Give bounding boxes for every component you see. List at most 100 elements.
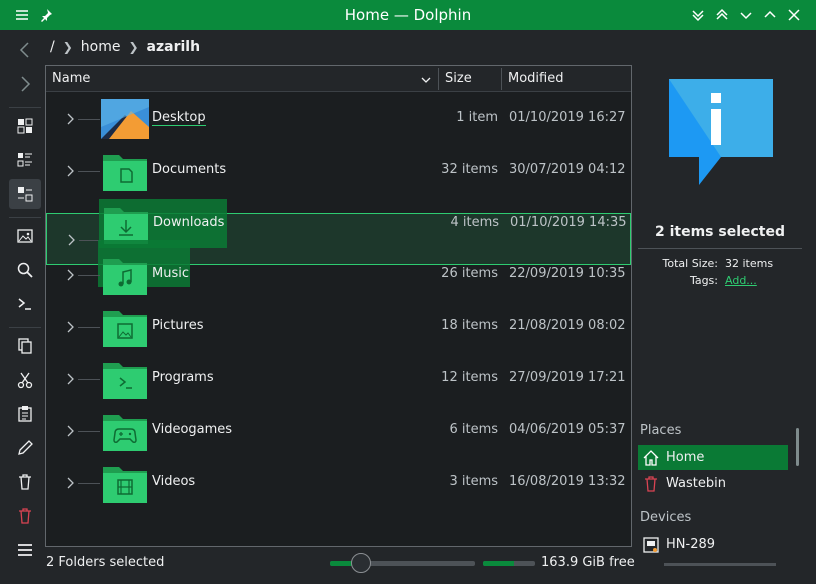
column-header-name[interactable]: Name bbox=[46, 66, 438, 92]
total-size-label: Total Size: bbox=[662, 257, 718, 270]
expand-chevron-icon[interactable] bbox=[66, 320, 76, 334]
file-row-documents[interactable]: Documents 32 items 30/07/2019 04:12 bbox=[46, 145, 631, 197]
device-hn-289[interactable]: HN-289 bbox=[638, 532, 788, 557]
desktop-icon bbox=[101, 97, 149, 141]
file-size: 18 items bbox=[441, 318, 498, 333]
preview-button[interactable] bbox=[9, 221, 41, 251]
terminal-button[interactable] bbox=[9, 289, 41, 319]
expand-chevron-icon[interactable] bbox=[66, 268, 76, 282]
details-view-button[interactable] bbox=[9, 179, 41, 209]
delete-icon bbox=[19, 508, 31, 524]
delete-button[interactable] bbox=[9, 501, 41, 531]
keep-above-icon[interactable] bbox=[714, 7, 730, 23]
file-name: Desktop bbox=[152, 110, 206, 126]
file-modified: 27/09/2019 17:21 bbox=[509, 370, 626, 385]
expand-chevron-icon[interactable] bbox=[66, 164, 76, 178]
file-row-videos[interactable]: Videos 3 items 16/08/2019 13:32 bbox=[46, 457, 631, 509]
column-headers: Name Size Modified bbox=[46, 66, 631, 92]
file-size: 6 items bbox=[449, 422, 498, 437]
expand-chevron-icon[interactable] bbox=[67, 233, 77, 247]
file-row-desktop[interactable]: Desktop 1 item 01/10/2019 16:27 bbox=[46, 93, 631, 145]
place-label: Wastebin bbox=[666, 476, 726, 491]
copy-button[interactable] bbox=[9, 331, 41, 361]
breadcrumb: / ❯ home ❯ azarilh bbox=[46, 36, 204, 58]
tree-line bbox=[78, 327, 100, 328]
selection-summary: 2 items selected bbox=[654, 224, 786, 240]
file-row-music[interactable]: Music 26 items 22/09/2019 10:35 bbox=[46, 240, 631, 301]
device-label: HN-289 bbox=[666, 537, 716, 552]
tree-line bbox=[78, 483, 100, 484]
file-row-videogames[interactable]: Videogames 6 items 04/06/2019 05:37 bbox=[46, 405, 631, 457]
icons-view-icon bbox=[17, 118, 33, 134]
column-header-modified[interactable]: Modified bbox=[502, 66, 630, 92]
file-size: 26 items bbox=[441, 266, 498, 281]
file-modified: 01/10/2019 14:35 bbox=[510, 215, 627, 230]
file-modified: 30/07/2019 04:12 bbox=[509, 162, 626, 177]
folder-programs-icon bbox=[101, 357, 149, 401]
tree-line bbox=[78, 119, 100, 120]
drive-icon bbox=[643, 536, 659, 553]
forward-button[interactable] bbox=[9, 69, 41, 99]
place-home[interactable]: Home bbox=[638, 445, 788, 470]
search-button[interactable] bbox=[9, 255, 41, 285]
minimize-icon[interactable] bbox=[738, 7, 754, 23]
file-row-programs[interactable]: Programs 12 items 27/09/2019 17:21 bbox=[46, 353, 631, 405]
paste-icon bbox=[18, 406, 32, 422]
maximize-icon[interactable] bbox=[762, 7, 778, 23]
toolbar-separator bbox=[9, 217, 41, 218]
zoom-slider-handle[interactable] bbox=[351, 553, 371, 573]
expand-chevron-icon[interactable] bbox=[66, 476, 76, 490]
terminal-icon bbox=[18, 298, 31, 310]
places-scrollbar[interactable] bbox=[796, 428, 799, 466]
folder-pictures-icon bbox=[101, 305, 149, 349]
paste-button[interactable] bbox=[9, 399, 41, 429]
back-button[interactable] bbox=[9, 35, 41, 65]
expand-chevron-icon[interactable] bbox=[66, 112, 76, 126]
place-wastebin[interactable]: Wastebin bbox=[638, 471, 788, 496]
main-toolbar bbox=[0, 30, 50, 584]
control-menu-button[interactable] bbox=[9, 535, 41, 565]
toolbar-separator bbox=[9, 327, 41, 328]
device-usage-bar bbox=[664, 563, 776, 566]
home-icon bbox=[643, 449, 659, 466]
file-name: Pictures bbox=[152, 318, 204, 333]
file-name: Music bbox=[152, 266, 189, 281]
icons-view-button[interactable] bbox=[9, 111, 41, 141]
trash-button[interactable] bbox=[9, 467, 41, 497]
breadcrumb-current[interactable]: azarilh bbox=[143, 39, 205, 55]
tree-line bbox=[78, 275, 100, 276]
info-divider bbox=[638, 248, 802, 249]
toolbar-separator bbox=[9, 107, 41, 108]
tree-line bbox=[78, 431, 100, 432]
place-label: Home bbox=[666, 450, 705, 465]
search-icon bbox=[17, 262, 33, 278]
file-list-view[interactable]: Name Size Modified Desktop 1 item 01/10/… bbox=[45, 65, 632, 547]
file-size: 4 items bbox=[450, 215, 499, 230]
cut-button[interactable] bbox=[9, 365, 41, 395]
places-header: Places bbox=[640, 423, 682, 438]
expand-chevron-icon[interactable] bbox=[66, 424, 76, 438]
breadcrumb-root[interactable]: / bbox=[46, 39, 59, 55]
tree-line bbox=[78, 171, 100, 172]
breadcrumb-chevron-icon: ❯ bbox=[62, 40, 73, 54]
rename-button[interactable] bbox=[9, 433, 41, 463]
expand-chevron-icon[interactable] bbox=[66, 372, 76, 386]
keep-below-icon[interactable] bbox=[690, 7, 706, 23]
file-name: Videogames bbox=[152, 422, 233, 437]
disk-usage-fill bbox=[483, 561, 515, 566]
file-modified: 22/09/2019 10:35 bbox=[509, 266, 626, 281]
folder-music-icon bbox=[101, 253, 149, 297]
compact-view-button[interactable] bbox=[9, 145, 41, 175]
trash-icon bbox=[19, 474, 31, 490]
disk-usage-bar bbox=[483, 561, 535, 566]
sort-chevron-down-icon[interactable] bbox=[420, 74, 432, 86]
close-icon[interactable] bbox=[786, 7, 802, 23]
file-name: Documents bbox=[152, 162, 227, 177]
breadcrumb-home[interactable]: home bbox=[77, 39, 125, 55]
column-header-size[interactable]: Size bbox=[439, 66, 501, 92]
breadcrumb-chevron-icon: ❯ bbox=[128, 40, 139, 54]
file-size: 12 items bbox=[441, 370, 498, 385]
file-name: Videos bbox=[152, 474, 196, 489]
file-row-pictures[interactable]: Pictures 18 items 21/08/2019 08:02 bbox=[46, 301, 631, 353]
add-tags-link[interactable]: Add... bbox=[725, 274, 757, 287]
